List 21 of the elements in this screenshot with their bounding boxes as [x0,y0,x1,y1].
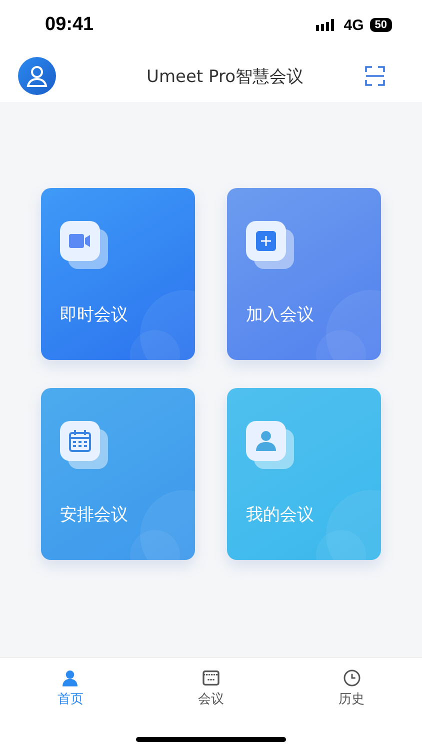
person-icon [246,421,294,469]
video-camera-icon [60,221,108,269]
person-icon [25,64,49,88]
status-time: 09:41 [45,14,94,36]
tab[interactable]: 会议 [180,668,241,708]
person-icon [60,668,80,688]
calendar-icon [200,668,221,688]
meeting-card[interactable]: 加入会议 [227,188,381,360]
meeting-card[interactable]: 即时会议 [41,188,195,360]
avatar-button[interactable] [18,57,56,95]
tab[interactable]: 历史 [322,668,382,708]
app-title: Umeet Pro智慧会议 [146,66,304,88]
clock-icon [342,668,362,688]
network-label: 4G [344,16,364,34]
calendar-icon [60,421,108,469]
battery-icon: 50 [370,18,392,32]
scan-icon[interactable] [364,65,386,87]
meeting-card[interactable]: 安排会议 [41,388,195,560]
tab[interactable]: 首页 [40,668,100,708]
plus-icon [246,221,294,269]
meeting-card[interactable]: 我的会议 [227,388,381,560]
